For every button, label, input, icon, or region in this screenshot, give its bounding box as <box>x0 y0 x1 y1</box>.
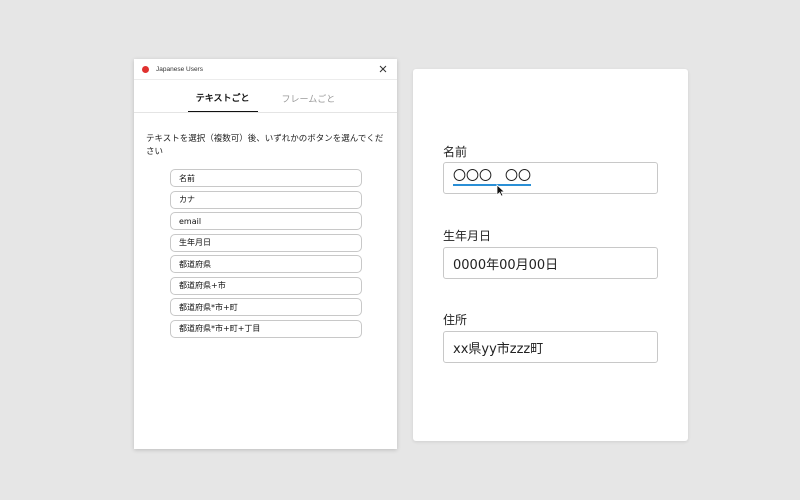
close-icon[interactable] <box>377 63 389 75</box>
plugin-titlebar: Japanese Users <box>134 59 397 80</box>
field-button-list: 名前 カナ email 生年月日 都道府県 都道府県+市 都道府県*市+町 都道… <box>134 169 362 338</box>
instruction-text: テキストを選択（複数可）後、いずれかのボタンを選んでください <box>146 134 384 157</box>
name-button[interactable]: 名前 <box>170 169 362 187</box>
prefecture-city-town-chome-button[interactable]: 都道府県*市+町+丁目 <box>170 319 362 338</box>
app-icon <box>142 65 149 73</box>
birthdate-button[interactable]: 生年月日 <box>170 233 362 252</box>
birthdate-field[interactable]: 0000年00月00日 <box>443 247 658 279</box>
kana-button[interactable]: カナ <box>170 190 362 209</box>
plugin-title: Japanese Users <box>156 65 203 73</box>
address-field[interactable]: xx県yy市zzz町 <box>443 331 658 363</box>
tab-by-text[interactable]: テキストごと <box>187 91 258 112</box>
form-card: 名前 〇〇〇 〇〇 生年月日 0000年00月00日 住所 xx県yy市zzz町 <box>413 69 688 441</box>
name-value: 〇〇〇 〇〇 <box>453 169 532 186</box>
birthdate-value: 0000年00月00日 <box>453 257 559 273</box>
prefecture-button[interactable]: 都道府県 <box>170 255 362 273</box>
address-value: xx県yy市zzz町 <box>453 341 544 357</box>
address-label: 住所 <box>443 313 468 327</box>
tab-by-frame[interactable]: フレームごと <box>274 92 344 112</box>
plugin-panel: Japanese Users テキストごと フレームごと テキストを選択（複数可… <box>134 59 397 449</box>
prefecture-city-town-button[interactable]: 都道府県*市+町 <box>170 298 362 316</box>
birthdate-label: 生年月日 <box>443 229 492 243</box>
email-button[interactable]: email <box>170 212 362 230</box>
stage: Japanese Users テキストごと フレームごと テキストを選択（複数可… <box>0 0 800 500</box>
tab-bar: テキストごと フレームごと <box>134 80 397 113</box>
name-field[interactable]: 〇〇〇 〇〇 <box>443 162 658 194</box>
prefecture-city-button[interactable]: 都道府県+市 <box>170 276 362 295</box>
name-label: 名前 <box>443 145 468 159</box>
cursor-icon <box>496 184 506 197</box>
